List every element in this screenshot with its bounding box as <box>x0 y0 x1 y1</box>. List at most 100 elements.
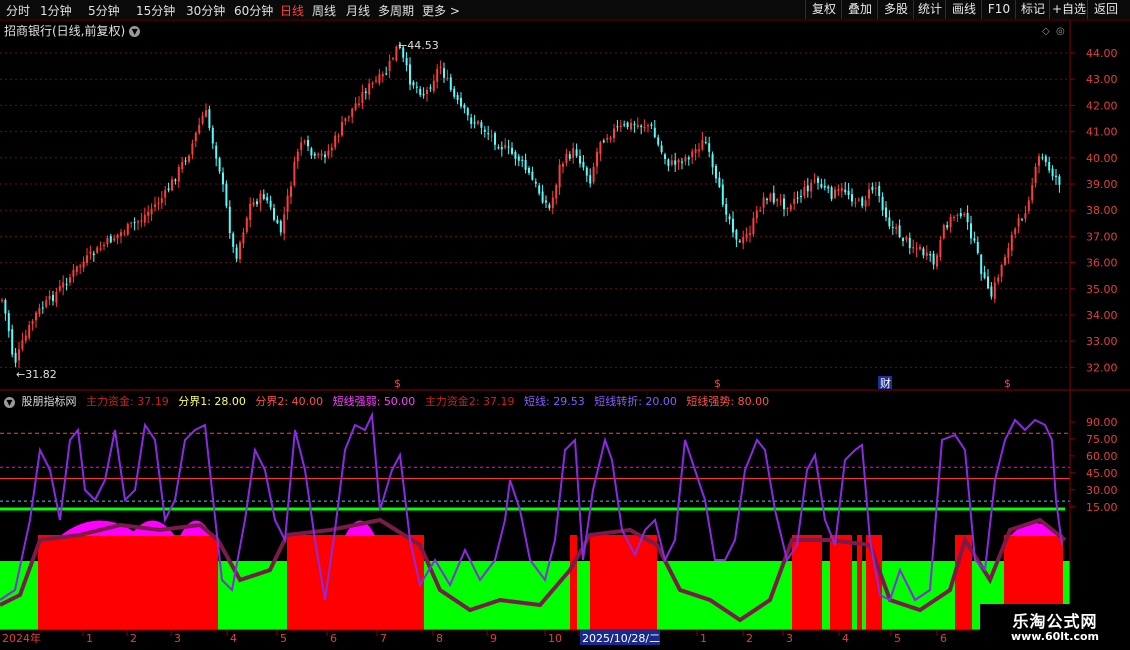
candle-body <box>361 91 364 104</box>
time-axis-label: 4 <box>230 632 237 645</box>
indicator-series <box>0 411 1070 630</box>
candle-body <box>745 233 748 239</box>
candle-body <box>803 186 806 196</box>
candle-body <box>75 266 78 273</box>
candle-body <box>55 291 58 303</box>
candle-body <box>422 93 425 96</box>
candle-body <box>218 158 221 172</box>
candle-body <box>69 277 71 283</box>
candle-body <box>738 240 741 242</box>
watermark-url: www.60lt.com <box>1010 630 1100 643</box>
candle-body <box>266 197 269 201</box>
period-tab-5min[interactable]: 5分钟 <box>88 2 120 19</box>
indicator-axis-label: 45.00 <box>1086 467 1118 480</box>
candle-body <box>344 118 347 121</box>
candle-body <box>191 143 194 155</box>
candle-body <box>993 282 996 299</box>
candle-body <box>755 210 758 219</box>
candle-body <box>351 108 354 117</box>
candle-body <box>130 222 133 224</box>
time-axis-label: 6 <box>940 632 947 645</box>
candle-body <box>381 74 384 77</box>
candle-body <box>572 148 575 158</box>
candle-body <box>810 182 813 192</box>
candle-body <box>868 189 870 199</box>
candle-body <box>905 237 908 240</box>
chevron-down-icon[interactable]: ▼ <box>129 26 141 37</box>
candle-body <box>847 190 850 196</box>
candle-body <box>38 307 41 315</box>
candle-body <box>579 155 581 164</box>
candle-body <box>551 197 554 208</box>
candle-body <box>157 203 160 205</box>
multi-stock-button[interactable]: 多股 <box>877 0 914 19</box>
period-tab-multi[interactable]: 多周期 <box>378 2 414 19</box>
candle-body <box>164 190 167 198</box>
candle-body <box>851 194 853 202</box>
candle-body <box>949 216 952 228</box>
back-button[interactable]: 返回 <box>1087 0 1124 19</box>
candle-body <box>245 217 248 232</box>
candle-body <box>1041 157 1044 159</box>
candle-body <box>514 152 517 159</box>
candle-body <box>936 255 938 267</box>
candle-body <box>477 121 479 124</box>
candle-body <box>548 204 551 209</box>
candle-body <box>602 140 605 143</box>
candle-body <box>980 254 983 274</box>
candle-body <box>817 177 819 183</box>
candle-body <box>990 286 993 297</box>
statistics-button[interactable]: 统计 <box>913 0 946 19</box>
candle-body <box>898 225 901 238</box>
add-watchlist-button[interactable]: +自选 <box>1049 0 1088 19</box>
candle-body <box>412 82 415 86</box>
candle-body <box>585 167 588 176</box>
period-tab-weekly[interactable]: 周线 <box>312 2 336 19</box>
period-tab-more[interactable]: 更多 > <box>422 2 460 19</box>
candle-body <box>500 147 503 150</box>
time-axis-label: 5 <box>280 632 287 645</box>
candle-body <box>657 137 660 145</box>
candle-body <box>354 103 357 110</box>
period-tab-30min[interactable]: 30分钟 <box>186 2 225 19</box>
indicator-name[interactable]: 股朋指标网 <box>22 395 77 408</box>
candle-body <box>259 193 262 204</box>
f10-button[interactable]: F10 <box>981 0 1016 19</box>
candle-body <box>154 204 156 207</box>
candle-body <box>405 58 408 66</box>
candle-body <box>908 237 911 249</box>
candle-body <box>184 160 187 162</box>
candle-body <box>694 149 697 153</box>
candle-body <box>881 196 884 210</box>
candle-body <box>211 127 214 144</box>
candle-body <box>249 203 252 220</box>
candle-body <box>116 234 119 239</box>
candle-body <box>589 175 592 184</box>
period-tab-60min[interactable]: 60分钟 <box>234 2 273 19</box>
candle-body <box>728 216 731 220</box>
candle-body <box>120 232 122 236</box>
indicator-red-zone <box>287 535 424 630</box>
candle-body <box>912 247 915 249</box>
candle-body <box>708 143 711 152</box>
restore-rights-button[interactable]: 复权 <box>805 0 842 19</box>
period-tab-1min[interactable]: 1分钟 <box>40 2 72 19</box>
candle-body <box>320 153 323 156</box>
high-price-label: ←44.53 <box>398 39 439 52</box>
chevron-down-icon[interactable]: ▼ <box>4 396 15 408</box>
mark-button[interactable]: 标记 <box>1015 0 1050 19</box>
period-tab-monthly[interactable]: 月线 <box>346 2 370 19</box>
overlay-button[interactable]: 叠加 <box>841 0 878 19</box>
candle-body <box>398 46 401 48</box>
period-tab-daily[interactable]: 日线 <box>280 2 304 19</box>
main-chart-title[interactable]: 招商银行(日线,前复权) ▼ <box>4 22 141 39</box>
draw-line-button[interactable]: 画线 <box>945 0 982 19</box>
period-tab-minute[interactable]: 分时 <box>6 2 30 19</box>
candle-body <box>137 221 139 223</box>
candle-body <box>769 194 772 201</box>
candle-body <box>494 133 496 145</box>
candle-body <box>670 160 673 165</box>
dividend-marker: $ <box>1004 377 1011 390</box>
period-tab-15min[interactable]: 15分钟 <box>136 2 175 19</box>
candle-body <box>630 122 632 130</box>
